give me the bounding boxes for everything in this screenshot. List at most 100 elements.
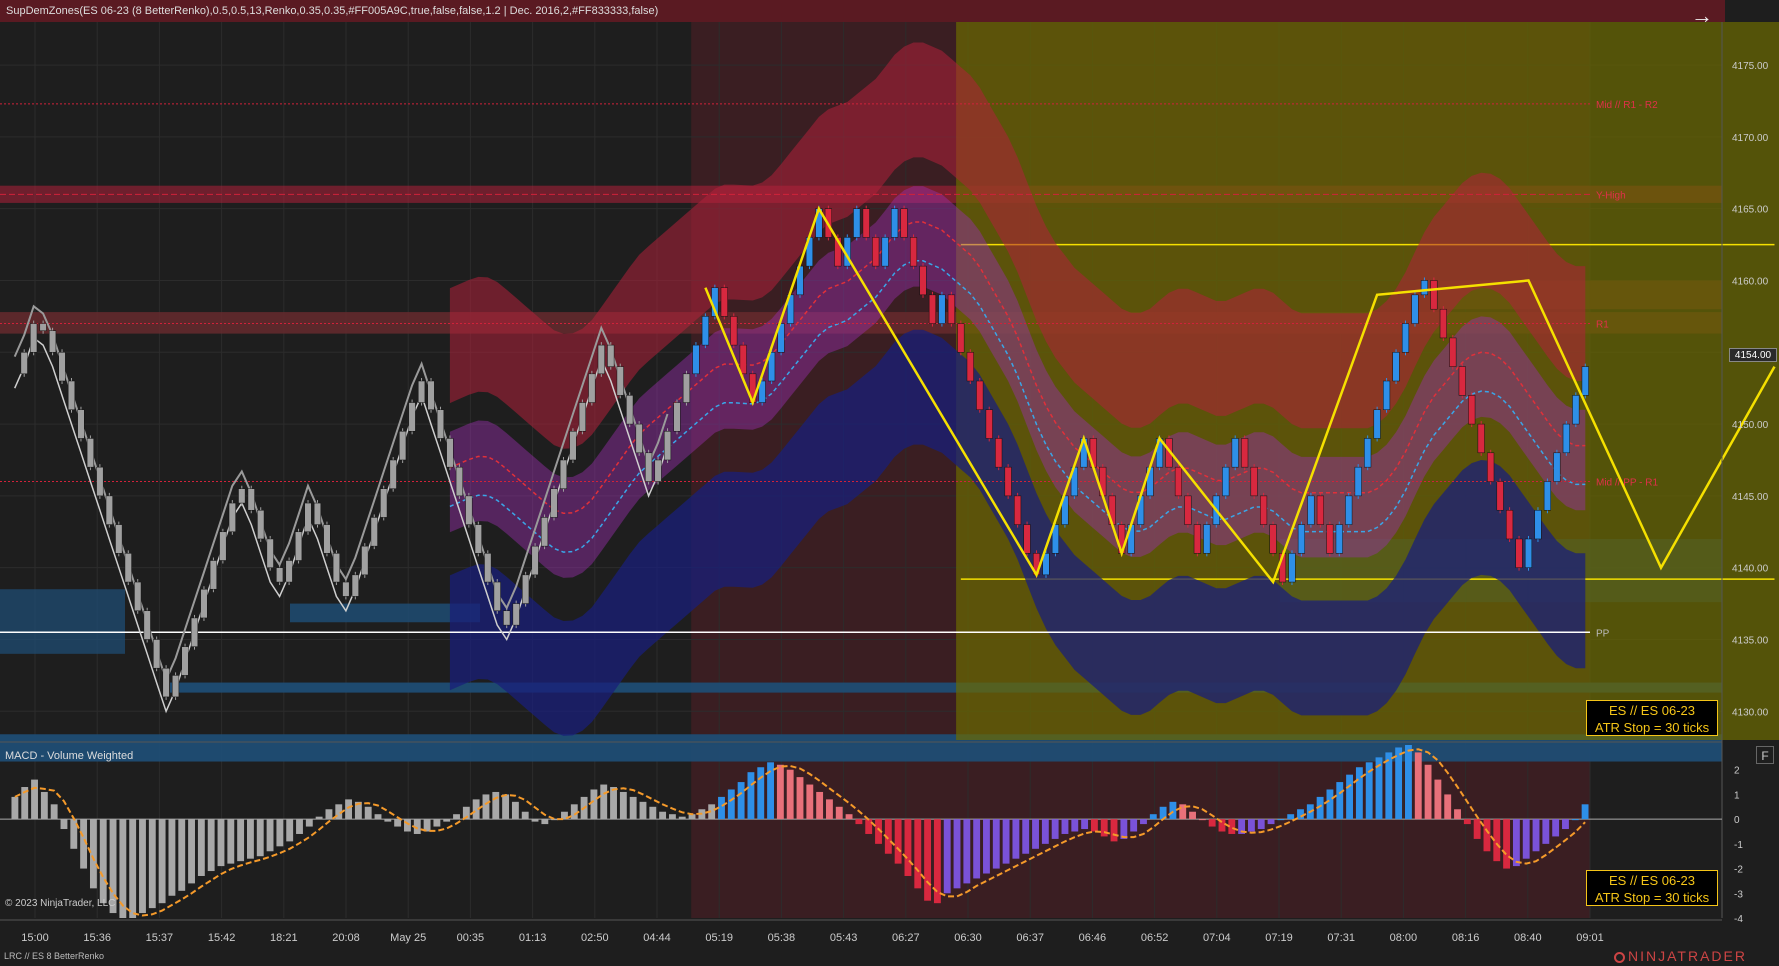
macd-histogram-bar — [668, 814, 676, 820]
candle-body — [181, 646, 189, 676]
macd-histogram-bar — [394, 819, 402, 827]
candle-body — [351, 574, 359, 597]
macd-histogram-bar — [1012, 819, 1020, 859]
candle-body — [219, 531, 227, 561]
candle-body — [465, 495, 473, 525]
candle-body — [370, 517, 378, 547]
x-tick-label: 15:00 — [21, 932, 49, 944]
candle-body — [957, 323, 965, 353]
macd-histogram-bar — [188, 819, 195, 884]
candle-body — [626, 395, 634, 425]
candle-body — [1193, 524, 1201, 554]
candle-body — [484, 553, 492, 583]
x-tick-label: 00:35 — [457, 932, 485, 944]
candle-body — [172, 675, 180, 698]
candle-body — [1307, 495, 1315, 525]
candle-body — [228, 502, 236, 533]
macd-histogram-bar — [1140, 819, 1147, 825]
macd-histogram-bar — [384, 819, 392, 822]
candle-body — [67, 380, 76, 410]
candle-body — [663, 431, 672, 461]
current-price-tag: 4154.00 — [1729, 348, 1777, 362]
candle-body — [588, 373, 596, 403]
macd-histogram-bar — [374, 814, 382, 820]
candle-body — [493, 581, 501, 612]
candle-body — [190, 617, 199, 647]
candle-body — [1203, 524, 1211, 554]
pivot-level-label: Mid // PP - R1 — [1596, 478, 1658, 489]
candle-body — [900, 208, 908, 238]
x-tick-label: 05:43 — [830, 932, 858, 944]
macd-histogram-bar — [541, 819, 549, 825]
candle-body — [947, 294, 955, 324]
macd-histogram-bar — [1061, 819, 1069, 834]
macd-y-tick-label: 1 — [1734, 790, 1740, 801]
y-tick-label: 4170.00 — [1732, 133, 1769, 144]
macd-histogram-bar — [11, 796, 19, 820]
macd-histogram-bar — [139, 819, 146, 914]
candle-body — [134, 581, 142, 612]
y-tick-label: 4175.00 — [1732, 61, 1769, 72]
panel-float-button[interactable]: F — [1756, 746, 1774, 764]
candle-body — [1534, 509, 1542, 540]
x-tick-label: 07:04 — [1203, 932, 1231, 944]
macd-histogram-bar — [904, 819, 912, 876]
macd-histogram-bar — [855, 819, 863, 825]
candle-body — [1439, 308, 1447, 339]
candle-body — [1373, 409, 1381, 439]
macd-histogram-bar — [1041, 819, 1049, 844]
macd-histogram-bar — [943, 819, 951, 894]
candle-body — [522, 574, 530, 604]
macd-histogram-bar — [207, 819, 215, 872]
candle-body — [124, 553, 132, 583]
arrow-right-icon[interactable]: → — [1690, 5, 1714, 27]
candle-body — [1316, 495, 1324, 525]
macd-histogram-bar — [168, 819, 176, 896]
candle-body — [257, 509, 265, 540]
candle-body — [238, 488, 246, 504]
instrument-label: LRC // ES 8 BetterRenko — [4, 951, 105, 961]
candle-body — [1222, 466, 1230, 497]
candle-body — [1345, 495, 1353, 525]
macd-histogram-bar — [237, 819, 245, 862]
macd-histogram-bar — [1267, 819, 1275, 825]
macd-histogram-bar — [1032, 819, 1039, 849]
candle-body — [966, 352, 974, 382]
macd-histogram-bar — [610, 787, 617, 820]
candle-body — [1241, 438, 1249, 468]
macd-histogram-bar — [1405, 745, 1412, 820]
candle-body — [58, 352, 66, 382]
macd-histogram-bar — [1130, 819, 1138, 832]
candle-body — [399, 431, 407, 461]
candle-body — [1543, 481, 1551, 511]
macd-histogram-bar — [796, 777, 804, 820]
macd-histogram-bar — [1562, 819, 1569, 830]
macd-histogram-bar — [1346, 774, 1353, 820]
macd-histogram-bar — [1287, 814, 1295, 820]
macd-histogram-bar — [1522, 819, 1530, 859]
candle-body — [720, 287, 728, 317]
x-tick-label: 07:19 — [1265, 932, 1293, 944]
macd-histogram-bar — [894, 819, 902, 864]
candle-body — [862, 208, 870, 238]
macd-histogram-bar — [502, 794, 510, 820]
atr-info-box-macd: ES // ES 06-23 ATR Stop = 30 ticks — [1586, 870, 1718, 906]
macd-histogram-bar — [1503, 819, 1511, 869]
candle-body — [872, 237, 880, 267]
macd-histogram-bar — [727, 789, 735, 820]
macd-histogram-bar — [1532, 819, 1540, 852]
candle-body — [673, 402, 681, 432]
macd-histogram-bar — [757, 767, 765, 820]
macd-histogram-bar — [31, 779, 38, 820]
candle-body — [701, 316, 709, 346]
macd-histogram-bar — [511, 801, 519, 820]
chart-canvas[interactable]: 15:00 15:36 15:37 15:42 18:21 20:08 May 25 00:3… — [0, 0, 1779, 966]
x-tick-label: 15:37 — [146, 932, 174, 944]
macd-histogram-bar — [266, 819, 274, 852]
candle-body — [1553, 452, 1561, 482]
candle-body — [1335, 524, 1343, 554]
candle-body — [1014, 495, 1022, 525]
pivot-level-label: Mid // R1 - R2 — [1596, 100, 1658, 111]
candle-body — [654, 459, 662, 482]
macd-y-tick-label: -1 — [1734, 840, 1743, 851]
